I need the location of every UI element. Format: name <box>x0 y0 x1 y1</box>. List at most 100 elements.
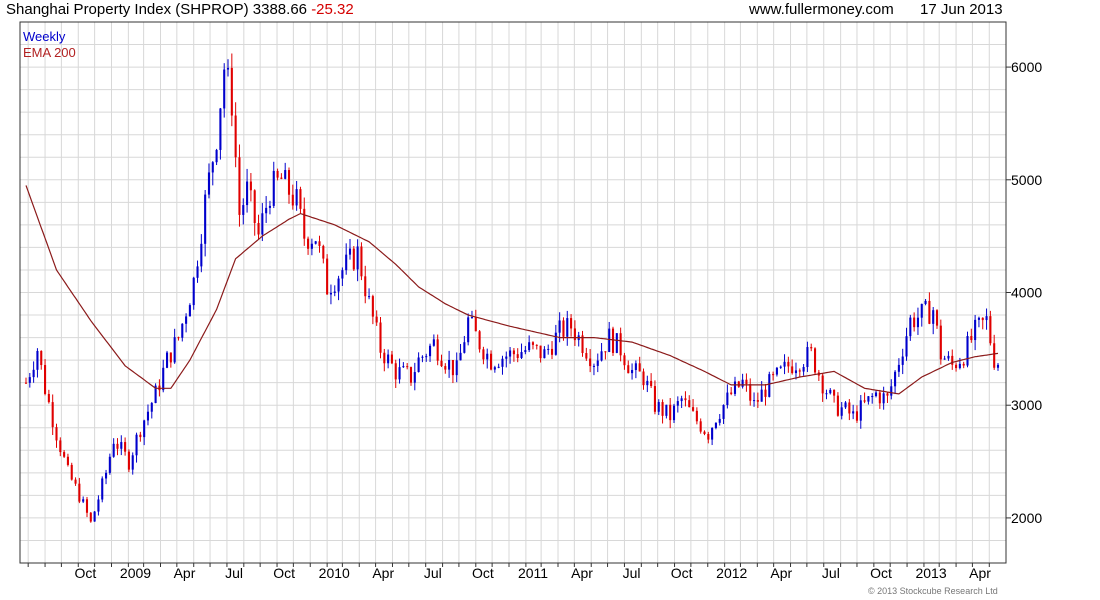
candle-body <box>676 401 679 406</box>
candle-body <box>935 310 939 326</box>
x-tick-label: Oct <box>75 565 97 581</box>
candle-body <box>268 205 272 208</box>
candle-body <box>47 393 50 403</box>
candle-body <box>196 266 199 278</box>
candle-body <box>646 380 649 386</box>
candle-body <box>223 69 226 109</box>
candle-body <box>943 358 946 360</box>
candle-body <box>413 372 416 383</box>
candle-body <box>806 347 809 368</box>
candle-body <box>135 434 138 456</box>
candle-body <box>421 356 424 358</box>
candle-body <box>261 213 264 235</box>
candle-body <box>993 343 996 368</box>
chart-grid <box>20 22 1006 563</box>
candle-body <box>974 319 977 341</box>
candle-body <box>741 379 744 387</box>
candle-body <box>188 305 191 317</box>
candle-body <box>379 322 382 353</box>
candle-body <box>669 404 672 421</box>
candle-body <box>474 317 477 332</box>
candle-body <box>528 342 531 351</box>
candle-body <box>162 367 165 391</box>
candle-body <box>124 442 127 452</box>
candle-body <box>611 328 615 353</box>
candle-body <box>638 363 641 372</box>
candle-body <box>909 317 912 337</box>
candle-body <box>726 392 729 405</box>
candle-body <box>791 366 794 374</box>
candle-body <box>680 398 683 402</box>
candle-body <box>958 363 961 369</box>
candle-body <box>116 443 119 449</box>
candle-body <box>287 170 291 195</box>
candle-body <box>24 382 28 384</box>
candle-body <box>657 402 660 412</box>
candle-body <box>242 205 245 215</box>
candle-body <box>634 363 637 370</box>
copyright-notice: © 2013 Stockcube Research Ltd <box>868 586 998 596</box>
candle-body <box>291 194 294 206</box>
candlestick-chart: 2000 3000 4000 5000 6000 Oct 2009 Apr Jul Oct 201… <box>19 21 1042 581</box>
candle-body <box>714 422 717 428</box>
x-tick-label: Oct <box>472 565 494 581</box>
candle-body <box>707 434 710 440</box>
candle-body <box>451 359 454 376</box>
x-tick-label: 2012 <box>716 565 747 581</box>
candle-body <box>295 189 298 206</box>
candle-body <box>798 370 801 372</box>
candle-body <box>749 384 752 401</box>
candle-body <box>165 352 169 368</box>
candle-body <box>345 254 348 271</box>
candle-body <box>928 300 931 324</box>
candle-body <box>112 443 115 457</box>
candle-body <box>905 336 908 357</box>
candle-body <box>150 403 153 412</box>
candle-body <box>996 364 1000 368</box>
candle-body <box>455 360 458 376</box>
candle-body <box>745 379 748 385</box>
x-tick-label: Apr <box>372 565 394 581</box>
candle-body <box>219 108 222 150</box>
candle-body <box>390 354 393 364</box>
candle-body <box>692 407 695 411</box>
x-tick-label: Jul <box>623 565 641 581</box>
candle-body <box>360 246 363 277</box>
candle-body <box>897 364 900 372</box>
candle-body <box>63 452 66 457</box>
candle-body <box>101 478 104 500</box>
candle-body <box>733 381 737 394</box>
candle-body <box>440 360 443 367</box>
x-tick-label: Oct <box>870 565 892 581</box>
candle-body <box>272 170 275 206</box>
candle-body <box>970 336 973 341</box>
candle-body <box>169 352 172 363</box>
candle-body <box>863 400 866 402</box>
candle-body <box>825 393 828 395</box>
candle-body <box>406 366 409 368</box>
x-tick-label: Jul <box>822 565 840 581</box>
candle-body <box>661 402 664 416</box>
candle-body <box>562 320 565 337</box>
x-tick-label: Oct <box>273 565 295 581</box>
candle-body <box>93 511 96 522</box>
candle-body <box>939 325 942 360</box>
candle-body <box>886 393 889 396</box>
candle-body <box>489 353 493 370</box>
candle-body <box>867 396 870 402</box>
candle-body <box>756 400 759 402</box>
candle-body <box>913 317 916 328</box>
legend-weekly: Weekly <box>23 29 66 44</box>
candle-body <box>615 333 618 353</box>
candle-body <box>436 339 439 361</box>
candle-body <box>211 162 214 173</box>
candle-body <box>787 361 790 367</box>
candle-body <box>711 427 714 440</box>
candle-body <box>207 172 211 195</box>
candle-body <box>314 241 317 244</box>
candle-body <box>177 337 180 339</box>
candle-body <box>901 356 904 365</box>
ema-layer <box>25 185 999 395</box>
candle-body <box>890 386 893 396</box>
candle-body <box>894 371 897 387</box>
